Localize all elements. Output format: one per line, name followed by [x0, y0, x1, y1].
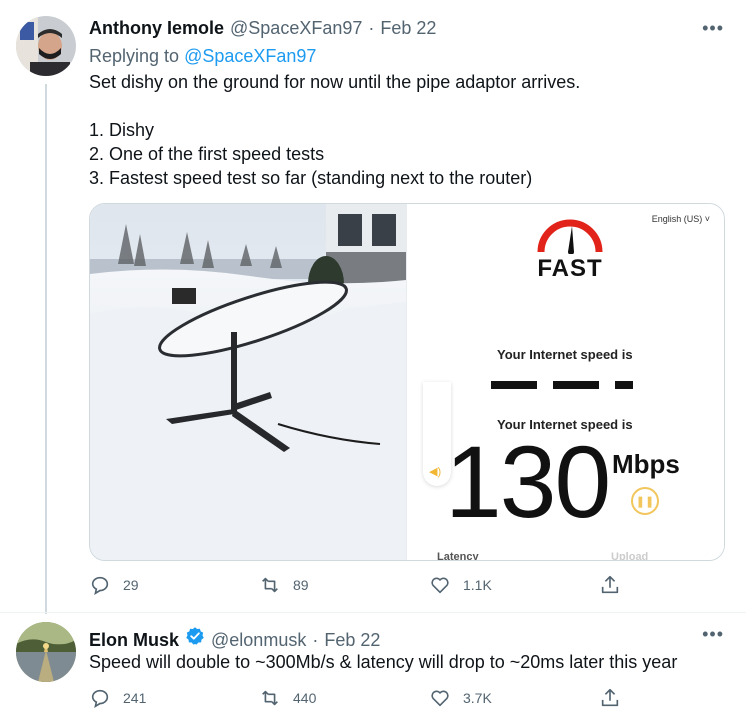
replying-to: Replying to @SpaceXFan97 — [89, 46, 316, 67]
tweet-actions: 29 89 1.1K — [89, 574, 629, 596]
speed-unit: Mbps — [612, 449, 680, 479]
share-button[interactable] — [599, 574, 621, 596]
like-count: 1.1K — [463, 577, 492, 593]
reply-count: 241 — [123, 690, 147, 706]
separator-dot: · — [368, 18, 375, 38]
retweet-icon — [262, 690, 278, 706]
retweet-button[interactable]: 89 — [259, 574, 429, 596]
thread-line — [45, 84, 47, 614]
reply-count: 29 — [123, 577, 139, 593]
tweet-header: Elon Musk @elonmusk · Feb 22 — [89, 626, 380, 651]
speed-digits-partial — [491, 376, 649, 389]
speed-label-top: Your Internet speed is — [497, 347, 633, 362]
like-button[interactable]: 1.1K — [429, 574, 599, 596]
author-name[interactable]: Anthony Iemole — [89, 18, 224, 39]
more-horizontal-icon[interactable]: ••• — [702, 624, 724, 645]
upload-label: Upload — [611, 551, 649, 560]
share-button[interactable] — [599, 687, 621, 709]
reply-icon — [91, 576, 109, 595]
avatar[interactable] — [16, 16, 76, 76]
latency-label: Latency — [437, 551, 479, 560]
speed-value: 130 — [445, 425, 611, 539]
like-button[interactable]: 3.7K — [429, 687, 599, 709]
tweet-header: Anthony Iemole @SpaceXFan97 · Feb 22 — [89, 18, 436, 39]
heart-icon — [431, 690, 449, 707]
retweet-count: 440 — [293, 690, 317, 706]
replying-to-handle[interactable]: @SpaceXFan97 — [184, 46, 316, 66]
pause-icon[interactable]: ❚❚ — [631, 487, 659, 515]
tweet-text: Set dishy on the ground for now until th… — [89, 72, 581, 188]
like-count: 3.7K — [463, 690, 492, 706]
tweet-media[interactable]: English (US) ˅ FAST Your Internet speed … — [89, 203, 725, 561]
tweet-elon[interactable]: Elon Musk @elonmusk · Feb 22 ••• Speed w… — [0, 612, 746, 727]
reply-button[interactable]: 29 — [89, 574, 259, 596]
language-select: English (US) ˅ — [651, 214, 710, 224]
retweet-count: 89 — [293, 577, 309, 593]
replying-to-prefix: Replying to — [89, 46, 180, 66]
avatar[interactable] — [16, 622, 76, 682]
dishy-photo[interactable] — [90, 204, 406, 560]
author-handle[interactable]: @elonmusk — [211, 630, 306, 651]
heart-icon — [431, 577, 449, 594]
tweet-anthony[interactable]: Anthony Iemole @SpaceXFan97 · Feb 22 •••… — [0, 0, 746, 614]
volume-icon: ◀) — [429, 466, 442, 478]
author-name[interactable]: Elon Musk — [89, 630, 179, 651]
reply-icon — [91, 689, 109, 708]
reply-button[interactable]: 241 — [89, 687, 259, 709]
tweet-date[interactable]: Feb 22 — [380, 18, 436, 39]
share-icon — [601, 688, 619, 707]
verified-badge-icon — [186, 627, 204, 645]
tweet-text: Speed will double to ~300Mb/s & latency … — [89, 652, 678, 672]
speedtest-screenshot[interactable]: English (US) ˅ FAST Your Internet speed … — [406, 204, 724, 560]
tweet-date[interactable]: Feb 22 — [324, 630, 380, 651]
retweet-button[interactable]: 440 — [259, 687, 429, 709]
retweet-icon — [262, 577, 278, 593]
tweet-actions: 241 440 3.7K — [89, 687, 629, 709]
author-handle[interactable]: @SpaceXFan97 — [230, 18, 362, 39]
more-horizontal-icon[interactable]: ••• — [702, 18, 724, 39]
fast-logo: FAST — [535, 218, 605, 283]
separator-dot: · — [312, 630, 319, 650]
share-icon — [601, 575, 619, 594]
fast-logo-text: FAST — [537, 255, 603, 282]
